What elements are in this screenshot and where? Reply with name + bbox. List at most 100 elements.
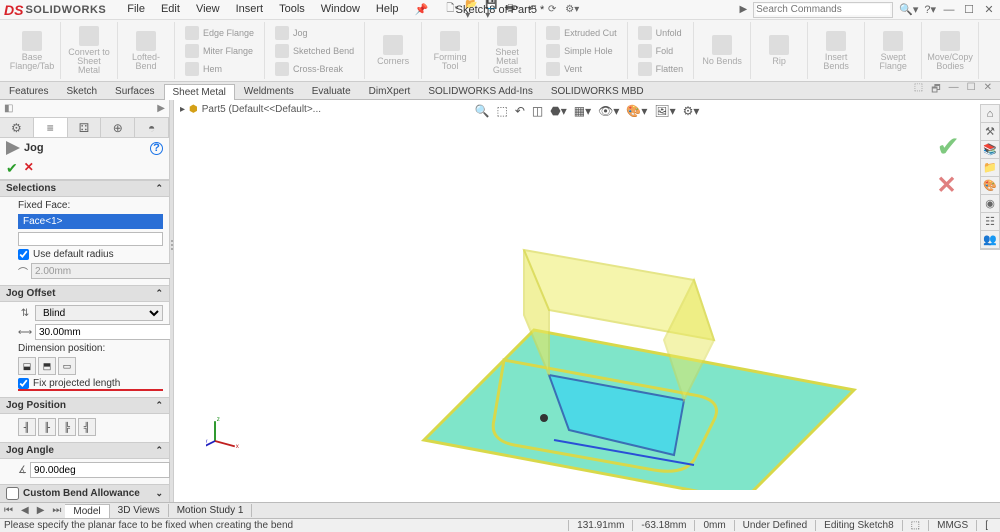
status-units[interactable]: MMGS	[928, 520, 976, 531]
jog-pos-bend-outside[interactable]: ╣	[78, 418, 96, 436]
fold-button[interactable]: Fold	[634, 42, 688, 60]
jog-angle-input[interactable]	[30, 462, 170, 478]
tab-sketch[interactable]: Sketch	[57, 83, 106, 99]
tab-model[interactable]: Model	[65, 504, 109, 518]
sketched-bend-button[interactable]: Sketched Bend	[271, 42, 358, 60]
flyout-tree[interactable]: ▸ ⬢ Part5 (Default<<Default>...	[180, 104, 321, 115]
taskpane-home-icon[interactable]: ⌂	[981, 105, 999, 123]
edge-flange-button[interactable]: Edge Flange	[181, 24, 258, 42]
status-extra-icon[interactable]: [	[976, 520, 996, 531]
tab-surfaces[interactable]: Surfaces	[106, 83, 163, 99]
menu-window[interactable]: Window	[314, 2, 367, 17]
section-jog-offset[interactable]: Jog Offset⌃	[0, 285, 169, 302]
taskpane-view-palette-icon[interactable]: 🎨	[981, 177, 999, 195]
panel-expand-icon[interactable]: ◧	[4, 103, 13, 114]
taskpane-appearances-icon[interactable]: ◉	[981, 195, 999, 213]
graphics-viewport[interactable]: ▸ ⬢ Part5 (Default<<Default>... 🔍 ⬚ ↶ ◫ …	[174, 100, 1000, 510]
tab-nav-next[interactable]: ▶	[33, 505, 49, 516]
section-jog-position[interactable]: Jog Position⌃	[0, 397, 169, 414]
hide-show-icon[interactable]: 👁▾	[596, 104, 621, 118]
taskpane-resources-icon[interactable]: ⚒	[981, 123, 999, 141]
zoom-area-icon[interactable]: ⬚	[495, 104, 510, 118]
display-style-icon[interactable]: ▦▾	[572, 104, 593, 118]
tab-features[interactable]: Features	[0, 83, 57, 99]
tab-minimize-icon[interactable]: —	[947, 82, 961, 99]
tab-3d-views[interactable]: 3D Views	[110, 504, 169, 517]
end-condition-select[interactable]: Blind	[35, 305, 163, 321]
taskpane-design-library-icon[interactable]: 📚	[981, 141, 999, 159]
menu-help[interactable]: Help	[369, 2, 406, 17]
tab-window-icon[interactable]: 🗗	[929, 82, 942, 99]
pm-cancel-button[interactable]: ✕	[24, 160, 34, 177]
section-selections[interactable]: Selections⌃	[0, 180, 169, 197]
menu-view[interactable]: View	[189, 2, 227, 17]
display-manager-tab[interactable]: ◓	[135, 118, 169, 137]
move-copy-bodies-button[interactable]: Move/Copy Bodies	[928, 31, 972, 71]
view-triad[interactable]: z x y	[206, 414, 242, 450]
confirm-cancel-icon[interactable]: ✕	[937, 171, 960, 200]
insert-bends-button[interactable]: Insert Bends	[814, 31, 858, 71]
taskpane-custom-props-icon[interactable]: ☷	[981, 213, 999, 231]
search-play-icon[interactable]: ▶	[739, 4, 747, 15]
tab-evaluate[interactable]: Evaluate	[303, 83, 360, 99]
reverse-direction-icon[interactable]: ⇅	[18, 306, 32, 320]
tab-sheet-metal[interactable]: Sheet Metal	[164, 84, 235, 100]
search-commands-box[interactable]	[753, 2, 893, 18]
cross-break-button[interactable]: Cross-Break	[271, 60, 358, 78]
jog-pos-material-inside[interactable]: ╟	[38, 418, 56, 436]
section-custom-bend-allowance[interactable]: Custom Bend Allowance⌄	[0, 484, 169, 503]
dim-pos-inside[interactable]: ⬒	[38, 357, 56, 375]
flyout-expand-icon[interactable]: ▸	[180, 104, 185, 115]
window-close[interactable]: ✕	[982, 3, 996, 16]
no-bends-button[interactable]: No Bends	[700, 35, 744, 66]
view-settings-icon[interactable]: ⚙▾	[681, 104, 702, 118]
rip-button[interactable]: Rip	[757, 35, 801, 66]
confirm-ok-icon[interactable]: ✔	[937, 130, 960, 163]
jog-pos-bend-centerline[interactable]: ╢	[18, 418, 36, 436]
tab-nav-prev[interactable]: ◀	[17, 505, 33, 516]
tab-maximize-icon[interactable]: ☐	[965, 82, 978, 99]
window-maximize[interactable]: ☐	[962, 3, 976, 16]
pm-help-icon[interactable]: ?	[150, 142, 163, 155]
jog-button[interactable]: Jog	[271, 24, 358, 42]
selection-list-extra[interactable]	[18, 232, 163, 246]
miter-flange-button[interactable]: Miter Flange	[181, 42, 258, 60]
tab-weldments[interactable]: Weldments	[235, 83, 303, 99]
swept-flange-button[interactable]: Swept Flange	[871, 31, 915, 71]
tab-expand-icon[interactable]: ⬚	[912, 82, 925, 99]
section-jog-angle[interactable]: Jog Angle⌃	[0, 442, 169, 459]
sheet-metal-gusset-button[interactable]: Sheet Metal Gusset	[485, 26, 529, 75]
pm-ok-button[interactable]: ✔	[6, 160, 18, 177]
taskpane-forum-icon[interactable]: 👥	[981, 231, 999, 249]
menu-pin-icon[interactable]: 📌	[408, 2, 436, 17]
dim-pos-outside[interactable]: ⬓	[18, 357, 36, 375]
previous-view-icon[interactable]: ↶	[513, 104, 527, 118]
fixed-face-selection[interactable]: Face<1>	[18, 214, 163, 229]
lofted-bend-button[interactable]: Lofted-Bend	[124, 31, 168, 71]
tab-addins[interactable]: SOLIDWORKS Add-Ins	[419, 83, 541, 99]
flyout-part-name[interactable]: Part5 (Default<<Default>...	[202, 104, 321, 115]
search-commands-input[interactable]	[756, 4, 890, 15]
offset-distance-input[interactable]	[35, 324, 175, 340]
vent-button[interactable]: Vent	[542, 60, 621, 78]
use-default-radius-checkbox[interactable]: Use default radius	[18, 249, 163, 260]
tab-dimxpert[interactable]: DimXpert	[360, 83, 420, 99]
view-orientation-icon[interactable]: ⬣▾	[548, 104, 569, 118]
property-manager-tab[interactable]: ≡	[34, 118, 68, 137]
rebuild-icon[interactable]: ⟳	[545, 3, 559, 17]
menu-edit[interactable]: Edit	[154, 2, 187, 17]
apply-scene-icon[interactable]: 🖼▾	[652, 104, 677, 118]
section-view-icon[interactable]: ◫	[530, 104, 545, 118]
convert-sheet-metal-button[interactable]: Convert to Sheet Metal	[67, 26, 111, 75]
fix-projected-length-checkbox[interactable]: Fix projected length	[18, 378, 163, 391]
search-icon[interactable]: 🔍▾	[899, 3, 918, 16]
config-manager-tab[interactable]: ⚃	[68, 118, 102, 137]
tab-nav-first[interactable]: ⏮	[0, 505, 17, 516]
corners-button[interactable]: Corners	[371, 35, 415, 66]
menu-file[interactable]: File	[120, 2, 152, 17]
zoom-fit-icon[interactable]: 🔍	[473, 104, 492, 118]
tab-mbd[interactable]: SOLIDWORKS MBD	[542, 83, 653, 99]
feature-tree-tab[interactable]: ⚙	[0, 118, 34, 137]
panel-arrow-icon[interactable]: ▶	[157, 103, 165, 114]
tab-motion-study-1[interactable]: Motion Study 1	[169, 504, 253, 517]
